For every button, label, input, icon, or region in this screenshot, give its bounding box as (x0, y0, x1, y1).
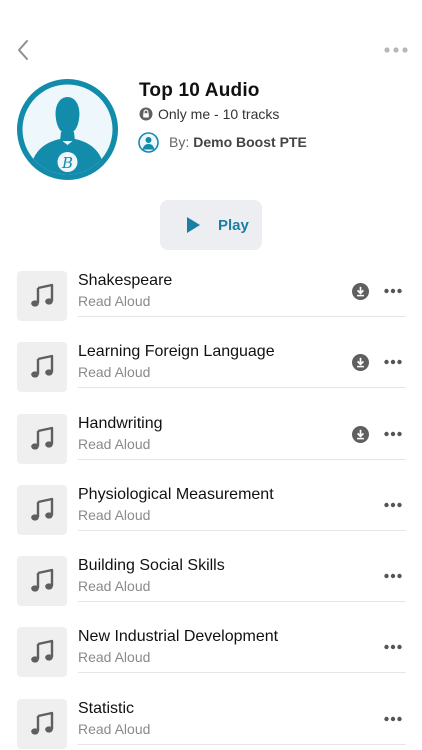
top-bar (0, 36, 422, 64)
row-divider (78, 387, 406, 389)
track-title: Building Social Skills (78, 557, 225, 575)
music-note-icon (31, 640, 54, 664)
download-icon[interactable] (352, 425, 369, 443)
music-note-icon (31, 283, 54, 307)
music-note-icon (31, 355, 54, 378)
music-note-icon (31, 711, 54, 735)
more-horizontal-icon (384, 47, 408, 53)
track-thumbnail (17, 627, 67, 678)
track-thumbnail (17, 342, 67, 393)
privacy-info: Only me - 10 tracks (139, 105, 279, 123)
track-list: Shakespeare Read Aloud Learning Foreign … (0, 263, 422, 750)
download-icon[interactable] (352, 283, 369, 300)
row-divider (78, 529, 406, 531)
track-thumbnail (17, 556, 67, 607)
author-prefix: By: (169, 134, 190, 150)
track-thumbnail (17, 271, 67, 321)
more-horizontal-icon[interactable] (384, 286, 402, 296)
more-horizontal-icon[interactable] (384, 642, 402, 652)
author-info[interactable]: By: Demo Boost PTE (138, 131, 307, 153)
track-thumbnail (17, 698, 67, 749)
track-subtitle: Read Aloud (78, 649, 151, 666)
row-divider (78, 458, 406, 460)
playlist-screen: B Top 10 Audio Only me - 10 tracks By: D… (0, 0, 422, 750)
download-icon[interactable] (352, 354, 369, 372)
track-row[interactable]: Handwriting Read Aloud (0, 406, 422, 477)
more-horizontal-icon[interactable] (384, 571, 402, 581)
more-options-button[interactable] (384, 38, 408, 62)
track-subtitle: Read Aloud (78, 720, 151, 737)
music-note-icon (31, 426, 54, 450)
person-silhouette-icon: B (22, 84, 113, 175)
track-title: Learning Foreign Language (78, 343, 275, 361)
row-divider (78, 743, 406, 745)
track-subtitle: Read Aloud (78, 293, 151, 309)
track-thumbnail (17, 413, 67, 464)
playlist-title: Top 10 Audio (139, 80, 260, 101)
more-horizontal-icon[interactable] (384, 357, 402, 367)
playlist-cover: B (17, 79, 118, 180)
track-row[interactable]: New Industrial Development Read Aloud (0, 619, 422, 690)
track-title: Handwriting (78, 414, 163, 432)
author-name[interactable]: Demo Boost PTE (193, 134, 307, 150)
track-row[interactable]: Building Social Skills Read Aloud (0, 548, 422, 619)
music-note-icon (31, 497, 54, 521)
back-button[interactable] (12, 36, 36, 64)
more-horizontal-icon[interactable] (384, 500, 402, 510)
music-note-icon (31, 568, 54, 592)
track-title: Shakespeare (78, 272, 173, 289)
play-button[interactable]: Play (160, 200, 262, 250)
row-divider (78, 601, 406, 603)
row-divider (78, 672, 406, 674)
track-title: Physiological Measurement (78, 485, 274, 503)
track-subtitle: Read Aloud (78, 506, 151, 523)
track-row[interactable]: Shakespeare Read Aloud (0, 263, 422, 334)
more-horizontal-icon[interactable] (384, 714, 402, 724)
track-row[interactable]: Physiological Measurement Read Aloud (0, 477, 422, 548)
track-subtitle: Read Aloud (78, 435, 151, 452)
privacy-text: Only me - 10 tracks (158, 106, 280, 122)
more-horizontal-icon[interactable] (384, 429, 402, 439)
lock-icon (139, 107, 153, 121)
play-label: Play (218, 216, 249, 234)
track-title: Statistic (78, 699, 135, 717)
row-divider (78, 316, 406, 317)
chevron-left-icon (18, 40, 28, 60)
author-avatar-icon (138, 131, 159, 153)
track-title: New Industrial Development (78, 628, 279, 646)
track-row[interactable]: Statistic Read Aloud (0, 691, 422, 750)
track-subtitle: Read Aloud (78, 364, 151, 381)
track-row[interactable]: Learning Foreign Language Read Aloud (0, 334, 422, 405)
svg-text:B: B (61, 154, 73, 172)
play-icon (187, 217, 200, 233)
track-subtitle: Read Aloud (78, 578, 151, 595)
track-thumbnail (17, 484, 67, 535)
